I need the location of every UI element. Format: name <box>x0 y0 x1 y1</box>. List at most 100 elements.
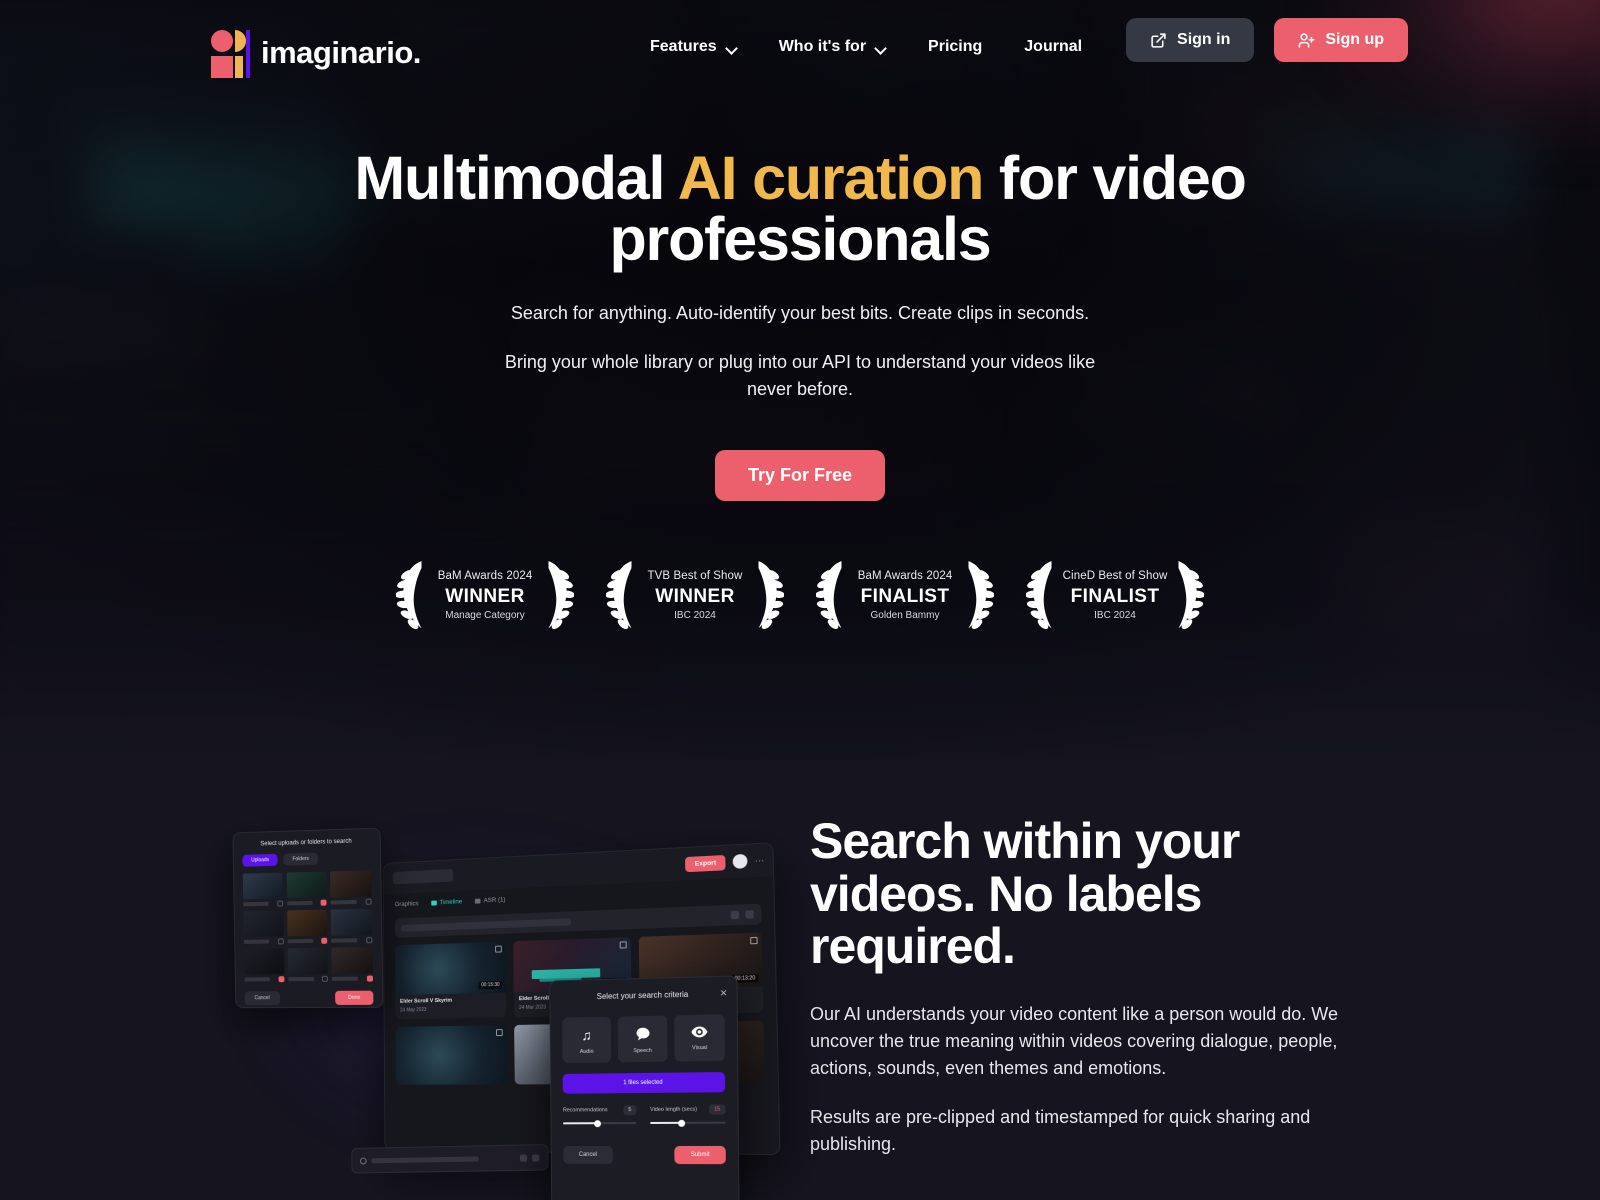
brand-logo[interactable]: imaginario. <box>211 28 421 78</box>
nav-links: Features Who it's for Pricing Journal <box>650 30 1082 64</box>
mockup-criteria-cancel-button[interactable]: Cancel <box>563 1146 612 1164</box>
award-main-label: WINNER <box>421 584 549 610</box>
recommendations-value: 5 <box>623 1105 636 1115</box>
nav-item-journal[interactable]: Journal <box>1024 30 1082 64</box>
criteria-tile-audio[interactable]: ♫ Audio <box>562 1017 611 1063</box>
sign-up-button[interactable]: Sign up <box>1274 18 1408 62</box>
mockup-criteria-footer: Cancel Submit <box>552 1124 739 1165</box>
mockup-tab-asr-label: ASR (1) <box>484 896 506 904</box>
mockup-tab-uploads[interactable]: Uploads <box>242 854 278 867</box>
criteria-tile-speech[interactable]: Speech <box>618 1015 668 1062</box>
award-top-label: CineD Best of Show <box>1051 570 1179 584</box>
laurel-wreath-icon <box>1026 557 1060 635</box>
select-corner-icon[interactable] <box>619 941 626 948</box>
award-top-label: BaM Awards 2024 <box>421 570 549 584</box>
mockup-upload-confirm-button[interactable]: Done <box>335 991 373 1005</box>
criteria-label-visual: Visual <box>692 1045 707 1051</box>
sign-up-label: Sign up <box>1325 31 1384 49</box>
nav-label-pricing: Pricing <box>928 38 982 56</box>
mockup-export-button[interactable]: Export <box>685 854 725 871</box>
mockup-card-meta: Elder Scroll V Skyrim 24 May 2023 <box>395 993 506 1020</box>
laurel-wreath-icon <box>540 557 574 635</box>
recommendations-slider[interactable]: Recommendations 5 <box>563 1105 636 1124</box>
nav-label-features: Features <box>650 38 717 56</box>
chevron-down-icon <box>726 44 737 51</box>
list-item[interactable] <box>330 870 371 905</box>
criteria-tile-visual[interactable]: Visual <box>674 1014 725 1061</box>
hero-subtitle-1: Search for anything. Auto-identify your … <box>310 300 1290 328</box>
award-badge: BaM Awards 2024 FINALIST Golden Bammy <box>810 555 1000 637</box>
select-corner-icon[interactable] <box>496 1029 503 1036</box>
laurel-wreath-icon <box>750 557 784 635</box>
hero-title-part1: Multimodal <box>354 144 677 212</box>
list-item[interactable] <box>331 909 372 944</box>
search-feature-section: Search within your videos. No labels req… <box>0 760 1600 1200</box>
laurel-wreath-icon <box>396 557 430 635</box>
nav-label-who-its-for: Who it's for <box>779 38 866 56</box>
list-item[interactable] <box>287 910 328 945</box>
list-item[interactable] <box>286 871 327 906</box>
mockup-video-card[interactable] <box>396 1025 508 1085</box>
sign-in-button[interactable]: Sign in <box>1126 18 1254 62</box>
mockup-criteria-sliders: Recommendations 5 Video length (secs) 15 <box>551 1092 737 1124</box>
mockup-search-placeholder <box>401 918 571 931</box>
mockup-tab-graphics[interactable]: Graphics <box>395 900 419 908</box>
mockup-tab-folders[interactable]: Folders <box>284 853 318 866</box>
section-paragraph-1: Our AI understands your video content li… <box>810 1001 1390 1082</box>
eye-icon <box>691 1026 707 1038</box>
mockup-criteria-header: Select your search criteria ✕ <box>550 976 736 1012</box>
laurel-wreath-icon <box>606 557 640 635</box>
award-bottom-label: IBC 2024 <box>631 610 759 622</box>
section-heading: Search within your videos. No labels req… <box>810 815 1390 973</box>
nav-label-journal: Journal <box>1024 38 1082 56</box>
award-badge: CineD Best of Show FINALIST IBC 2024 <box>1020 555 1210 637</box>
mockup-criteria-title: Select your search criteria <box>597 990 689 1001</box>
list-item[interactable] <box>243 910 283 944</box>
award-badge: BaM Awards 2024 WINNER Manage Category <box>390 555 580 637</box>
award-bottom-label: IBC 2024 <box>1051 610 1179 622</box>
mockup-criteria-modal: Select your search criteria ✕ ♫ Audio Sp… <box>549 975 739 1200</box>
close-icon[interactable]: ✕ <box>720 988 728 999</box>
more-options-icon[interactable]: ⋯ <box>755 855 765 867</box>
mockup-criteria-submit-button[interactable]: Submit <box>675 1146 726 1164</box>
page-title: Multimodal AI curation for video profess… <box>350 148 1250 270</box>
nav-item-features[interactable]: Features <box>650 30 737 64</box>
mockup-video-card[interactable]: 00:15:30 Elder Scroll V Skyrim 24 May 20… <box>395 941 507 1019</box>
mockup-tab-timeline-label: Timeline <box>440 898 463 906</box>
award-top-label: BaM Awards 2024 <box>841 570 969 584</box>
brand-name: imaginario. <box>261 35 421 71</box>
list-item[interactable] <box>332 947 373 982</box>
avatar[interactable] <box>733 854 748 869</box>
mockup-card-title: Elder Scroll V Skyrim <box>400 997 502 1005</box>
award-top-label: TVB Best of Show <box>631 570 759 584</box>
mockup-files-selected-button[interactable]: 1 files selected <box>563 1072 726 1094</box>
select-corner-icon[interactable] <box>750 937 758 944</box>
mockup-tab-timeline[interactable]: Timeline <box>431 898 462 906</box>
list-item[interactable] <box>287 948 328 982</box>
section-paragraph-2: Results are pre-clipped and timestamped … <box>810 1104 1390 1158</box>
recommendations-label: Recommendations <box>563 1107 608 1113</box>
select-corner-icon[interactable] <box>495 946 502 953</box>
list-item[interactable] <box>244 948 284 982</box>
award-main-label: FINALIST <box>841 584 969 610</box>
landing-page: imaginario. Features Who it's for Pricin… <box>0 0 1600 1200</box>
nav-item-pricing[interactable]: Pricing <box>928 30 982 64</box>
mockup-tab-asr[interactable]: ASR (1) <box>475 896 505 904</box>
criteria-label-audio: Audio <box>580 1049 594 1055</box>
mockup-card-date: 24 May 2023 <box>400 1005 502 1013</box>
speech-bubble-icon <box>635 1027 650 1041</box>
video-length-label: Video length (secs) <box>650 1107 697 1113</box>
mockup-upload-grid <box>234 870 382 982</box>
mockup-thumbnail <box>396 1025 508 1085</box>
nav-item-who-its-for[interactable]: Who it's for <box>779 30 886 64</box>
try-for-free-button[interactable]: Try For Free <box>715 450 885 501</box>
mockup-upload-cancel-button[interactable]: Cancel <box>245 991 280 1005</box>
mockup-upload-dialog-footer: Cancel Done <box>236 982 383 1006</box>
list-item[interactable] <box>243 873 283 908</box>
nav-actions: Sign in Sign up <box>1126 18 1408 62</box>
mockup-criteria-tiles: ♫ Audio Speech Visual <box>551 1008 738 1063</box>
mockup-bottom-searchbar[interactable] <box>351 1144 548 1173</box>
user-plus-icon <box>1298 32 1315 49</box>
video-length-slider[interactable]: Video length (secs) 15 <box>650 1104 725 1124</box>
hero-title-space <box>736 144 752 212</box>
